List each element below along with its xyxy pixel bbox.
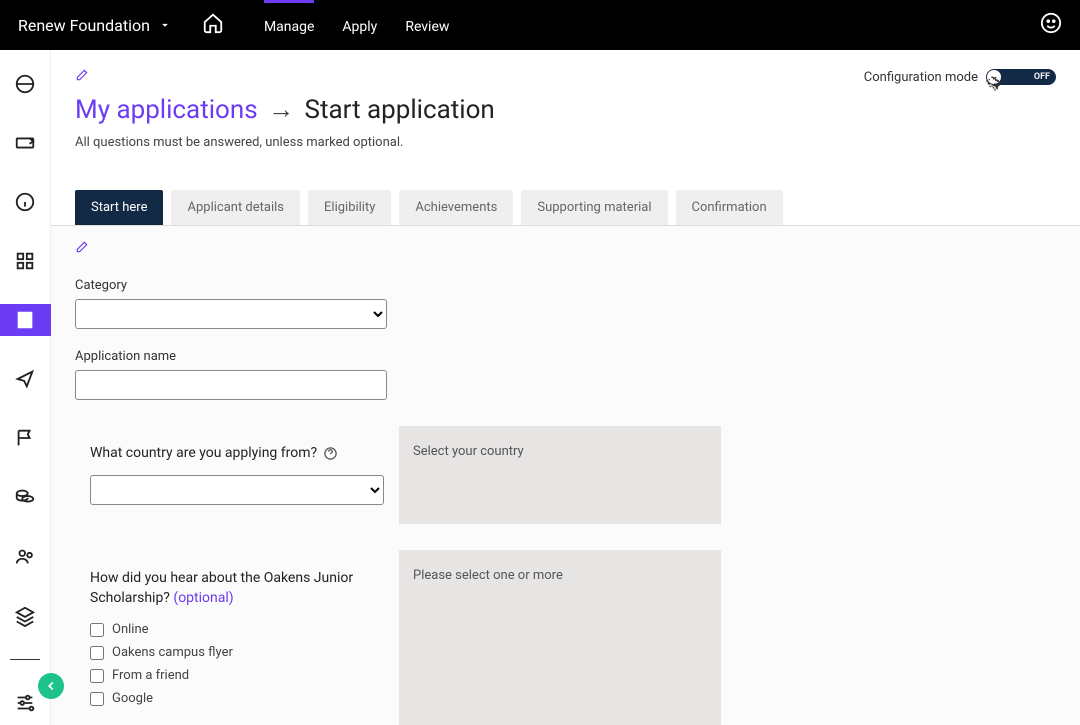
hear-about-hint: Please select one or more xyxy=(399,550,721,725)
country-select[interactable] xyxy=(90,475,384,505)
info-icon xyxy=(14,191,36,213)
tab-confirmation[interactable]: Confirmation xyxy=(676,190,783,225)
config-mode-toggle[interactable]: OFF xyxy=(986,69,1056,85)
side-dashboard[interactable] xyxy=(0,68,51,99)
layers-icon xyxy=(14,605,36,627)
top-bar: Renew Foundation Manage Apply Review xyxy=(0,0,1080,50)
checkbox-flyer[interactable] xyxy=(90,646,104,660)
category-select[interactable] xyxy=(75,299,387,329)
page-subtext: All questions must be answered, unless m… xyxy=(75,135,1056,150)
nav-apply[interactable]: Apply xyxy=(342,0,377,51)
users-icon xyxy=(14,545,36,567)
sidebar-collapse-button[interactable] xyxy=(38,673,64,699)
pencil-icon xyxy=(75,240,89,254)
side-tickets[interactable] xyxy=(0,127,51,158)
breadcrumb-current: Start application xyxy=(305,95,495,125)
tab-start-here[interactable]: Start here xyxy=(75,190,163,225)
side-users[interactable] xyxy=(0,541,51,572)
sidebar-separator xyxy=(10,659,40,660)
application-name-input[interactable] xyxy=(75,370,387,400)
main-content: Configuration mode OFF My applications →… xyxy=(51,50,1080,725)
nav-links: Manage Apply Review xyxy=(264,0,449,51)
nav-review[interactable]: Review xyxy=(405,0,449,51)
face-icon xyxy=(1040,12,1062,34)
breadcrumb-parent[interactable]: My applications xyxy=(75,95,258,125)
breadcrumb-arrow: → xyxy=(268,95,294,125)
country-question: What country are you applying from? xyxy=(90,445,384,461)
coins-icon xyxy=(14,486,36,508)
hear-about-options: Online Oakens campus flyer From a friend… xyxy=(90,622,384,706)
category-field: Category xyxy=(75,278,387,329)
edit-section-button[interactable] xyxy=(75,242,89,258)
hear-option-online[interactable]: Online xyxy=(90,622,384,637)
form-area: Category Application name What country a… xyxy=(51,226,1080,725)
chevron-down-icon xyxy=(158,18,172,32)
org-name: Renew Foundation xyxy=(18,16,150,35)
ticket-icon xyxy=(14,132,36,154)
nav-manage[interactable]: Manage xyxy=(264,0,314,51)
help-icon[interactable] xyxy=(323,446,338,461)
left-sidebar xyxy=(0,50,51,725)
form-tabs: Start here Applicant details Eligibility… xyxy=(51,190,1080,226)
side-info[interactable] xyxy=(0,186,51,217)
breadcrumb: My applications → Start application xyxy=(75,94,1056,125)
tab-applicant-details[interactable]: Applicant details xyxy=(171,190,300,225)
side-grid[interactable] xyxy=(0,245,51,276)
application-name-label: Application name xyxy=(75,349,387,364)
side-applications[interactable] xyxy=(0,304,51,335)
checkbox-online[interactable] xyxy=(90,623,104,637)
grid-icon xyxy=(14,250,36,272)
hear-option-flyer[interactable]: Oakens campus flyer xyxy=(90,645,384,660)
user-menu[interactable] xyxy=(1040,12,1062,38)
tab-eligibility[interactable]: Eligibility xyxy=(308,190,391,225)
side-layers[interactable] xyxy=(0,600,51,631)
tab-achievements[interactable]: Achievements xyxy=(399,190,513,225)
gauge-icon xyxy=(14,73,36,95)
side-funds[interactable] xyxy=(0,482,51,513)
category-label: Category xyxy=(75,278,387,293)
side-flag[interactable] xyxy=(0,423,51,454)
toggle-state: OFF xyxy=(1034,72,1050,82)
checkbox-friend[interactable] xyxy=(90,669,104,683)
checkbox-google[interactable] xyxy=(90,692,104,706)
country-hint: Select your country xyxy=(399,426,721,524)
bookmark-icon xyxy=(14,309,36,331)
config-mode-label: Configuration mode xyxy=(864,70,978,85)
toggle-knob xyxy=(987,70,1001,84)
hear-about-question: How did you hear about the Oakens Junior… xyxy=(90,569,384,608)
side-send[interactable] xyxy=(0,364,51,395)
country-panel: What country are you applying from? Sele… xyxy=(75,426,721,524)
flag-icon xyxy=(14,427,36,449)
edit-page-button[interactable] xyxy=(75,68,89,86)
chevron-left-icon xyxy=(44,679,58,693)
hear-option-google[interactable]: Google xyxy=(90,691,384,706)
home-icon xyxy=(202,12,224,34)
send-icon xyxy=(14,368,36,390)
hear-about-panel: How did you hear about the Oakens Junior… xyxy=(75,550,721,725)
home-button[interactable] xyxy=(202,12,224,38)
sliders-icon xyxy=(14,692,36,714)
pencil-icon xyxy=(75,68,89,82)
hear-option-friend[interactable]: From a friend xyxy=(90,668,384,683)
org-switcher[interactable]: Renew Foundation xyxy=(18,16,172,35)
tab-supporting-material[interactable]: Supporting material xyxy=(521,190,667,225)
application-name-field: Application name xyxy=(75,349,387,400)
